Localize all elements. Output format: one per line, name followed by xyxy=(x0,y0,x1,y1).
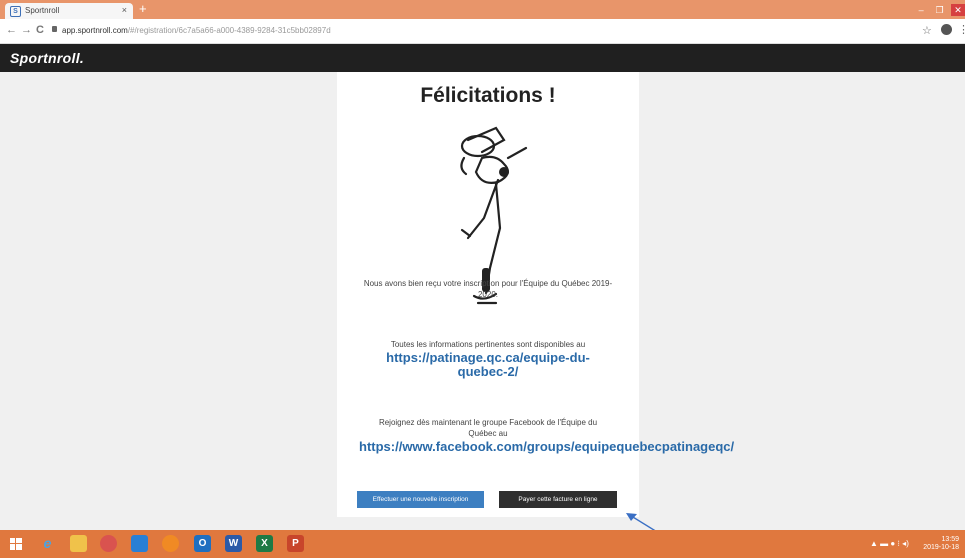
facebook-invite-text: Rejoignez dès maintenant le groupe Faceb… xyxy=(378,418,598,438)
registration-confirmation-text: Nous avons bien reçu votre inscription p… xyxy=(363,279,613,299)
outlook-icon[interactable]: O xyxy=(194,535,211,552)
menu-dots-icon[interactable]: ⋮ xyxy=(958,23,965,36)
url-field[interactable]: app.sportnroll.com/#/registration/6c7a5a… xyxy=(62,26,331,35)
internet-explorer-icon[interactable]: e xyxy=(39,535,56,552)
close-tab-icon[interactable]: × xyxy=(122,5,127,15)
lock-icon xyxy=(52,26,57,32)
forward-arrow-icon[interactable]: → xyxy=(21,24,32,36)
system-clock[interactable]: 13:59 2019-10-18 xyxy=(923,536,959,552)
tab-title: Sportnroll xyxy=(25,6,60,15)
windows-taskbar: e O W X P ▲ ▬ ● ⁝ ◂) 13:59 2019-10-18 xyxy=(0,530,965,558)
file-explorer-icon[interactable] xyxy=(70,535,87,552)
windows-start-icon[interactable] xyxy=(10,538,22,550)
window-controls: – ❐ ✕ xyxy=(914,0,965,16)
back-arrow-icon[interactable]: ← xyxy=(6,24,17,36)
new-registration-button[interactable]: Effectuer une nouvelle inscription xyxy=(357,491,484,508)
app-header: Sportnroll. xyxy=(0,44,965,72)
bookmark-star-icon[interactable]: ☆ xyxy=(922,24,932,37)
facebook-group-link[interactable]: https://www.facebook.com/groups/equipequ… xyxy=(321,439,793,454)
new-tab-button[interactable]: + xyxy=(139,2,147,16)
url-host: app.sportnroll.com xyxy=(62,26,128,35)
maximize-icon[interactable]: ❐ xyxy=(933,4,947,16)
close-window-icon[interactable]: ✕ xyxy=(951,4,965,16)
minimize-icon[interactable]: – xyxy=(914,4,928,16)
word-icon[interactable]: W xyxy=(225,535,242,552)
info-text: Toutes les informations pertinentes sont… xyxy=(390,340,586,349)
clock-time: 13:59 xyxy=(941,536,959,543)
teamviewer-icon[interactable] xyxy=(131,535,148,552)
confirmation-card: Félicitations ! Nous avons bien reçu vot… xyxy=(337,72,734,517)
patinage-info-link[interactable]: https://patinage.qc.ca/equipe-du-quebec-… xyxy=(367,351,609,379)
sportnroll-favicon-icon: S xyxy=(10,6,21,17)
sportnroll-logo[interactable]: Sportnroll. xyxy=(10,50,84,66)
address-bar: ← → C app.sportnroll.com/#/registration/… xyxy=(0,19,965,44)
chrome-icon[interactable] xyxy=(100,535,117,552)
url-path: /#/registration/6c7a5a66-a000-4389-9284-… xyxy=(127,26,331,35)
system-tray-icons[interactable]: ▲ ▬ ● ⁝ ◂) xyxy=(870,539,909,548)
pay-invoice-button[interactable]: Payer cette facture en ligne xyxy=(499,491,617,508)
excel-icon[interactable]: X xyxy=(256,535,273,552)
account-avatar-icon[interactable] xyxy=(941,24,952,35)
tab-sportnroll[interactable]: S Sportnroll × xyxy=(5,3,133,19)
clock-date: 2019-10-18 xyxy=(923,544,959,551)
powerpoint-icon[interactable]: P xyxy=(287,535,304,552)
browser-tab-bar: S Sportnroll × + – ❐ ✕ xyxy=(0,0,965,19)
reload-icon[interactable]: C xyxy=(36,24,44,36)
firefox-icon[interactable] xyxy=(162,535,179,552)
page-title: Félicitations ! xyxy=(420,84,556,107)
